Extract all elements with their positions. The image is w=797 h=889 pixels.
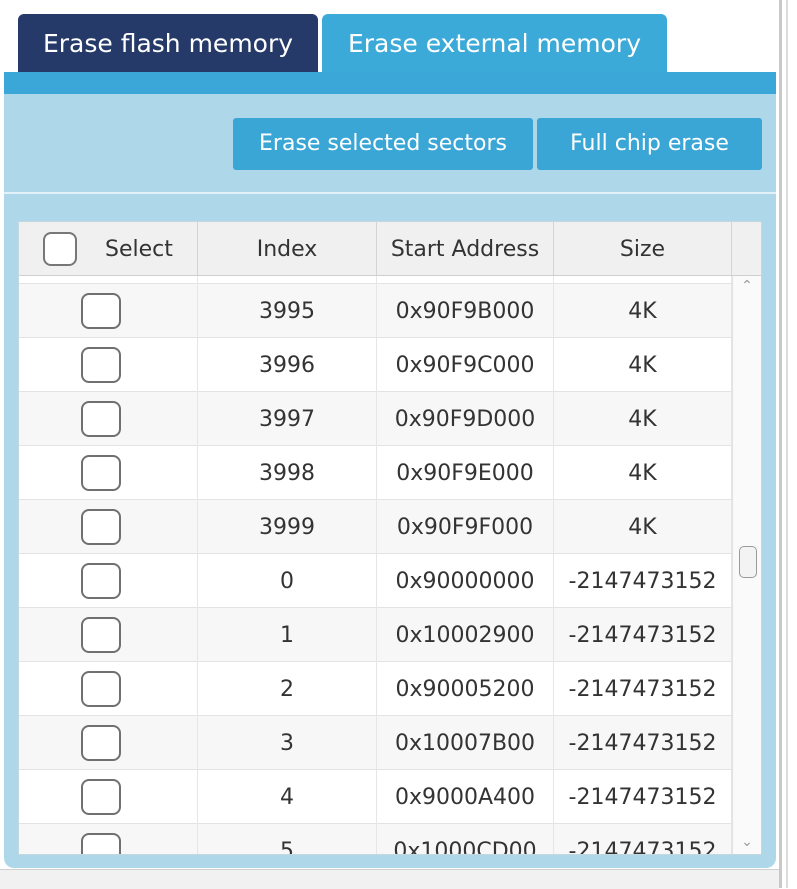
table-body: 3995 0x90F9B000 4K 3996 0x90F9C000 4K 3997 0x90… [19, 276, 732, 854]
row-size: 4K [554, 284, 732, 338]
row-start-address: 0x90000000 [377, 554, 554, 608]
erase-external-panel: Erase selected sectors Full chip erase S… [4, 94, 776, 868]
row-select-cell [19, 338, 198, 392]
full-chip-erase-button[interactable]: Full chip erase [537, 118, 762, 170]
column-header-corner [732, 222, 761, 276]
column-header-index[interactable]: Index [198, 222, 377, 276]
table-row[interactable]: 3998 0x90F9E000 4K [19, 446, 732, 500]
row-index: 3998 [198, 446, 377, 500]
table-row[interactable]: 1 0x10002900 -2147473152 [19, 608, 732, 662]
row-size: 4K [554, 338, 732, 392]
row-start-address: 0x90F9F000 [377, 500, 554, 554]
row-index: 3999 [198, 500, 377, 554]
row-index: 3 [198, 716, 377, 770]
status-strip [0, 869, 779, 889]
row-index: 3996 [198, 338, 377, 392]
column-header-select-label: Select [105, 237, 173, 262]
row-index: 5 [198, 824, 377, 854]
scroll-down-arrow-icon[interactable]: ⌄ [733, 832, 761, 852]
scrollbar-thumb[interactable] [739, 546, 757, 578]
row-checkbox[interactable] [81, 347, 121, 383]
row-size: -2147473152 [554, 662, 732, 716]
row-select-cell [19, 276, 198, 284]
table-row[interactable]: 3 0x10007B00 -2147473152 [19, 716, 732, 770]
row-start-address: 0x90F9B000 [377, 284, 554, 338]
row-checkbox[interactable] [81, 455, 121, 491]
row-select-cell [19, 554, 198, 608]
window-border-outer [786, 0, 788, 888]
column-header-size[interactable]: Size [554, 222, 732, 276]
row-index: 1 [198, 608, 377, 662]
row-start-address: 0x90F9C000 [377, 338, 554, 392]
tab-erase-external-memory[interactable]: Erase external memory [322, 14, 667, 72]
row-select-cell [19, 662, 198, 716]
row-size: -2147473152 [554, 770, 732, 824]
row-checkbox[interactable] [81, 725, 121, 761]
table-row[interactable]: 4 0x9000A400 -2147473152 [19, 770, 732, 824]
select-all-checkbox[interactable] [43, 232, 77, 266]
row-checkbox[interactable] [81, 779, 121, 815]
tab-erase-flash-memory[interactable]: Erase flash memory [18, 14, 318, 72]
scroll-up-arrow-icon[interactable]: ⌃ [733, 276, 761, 296]
column-header-select[interactable]: Select [19, 222, 198, 276]
row-size: 4K [554, 446, 732, 500]
row-start-address [377, 276, 554, 284]
tab-strip [4, 72, 776, 94]
vertical-scrollbar[interactable]: ⌃ ⌄ [732, 276, 761, 854]
row-index: 0 [198, 554, 377, 608]
table-row[interactable]: 0 0x90000000 -2147473152 [19, 554, 732, 608]
row-start-address: 0x10002900 [377, 608, 554, 662]
row-start-address: 0x1000CD00 [377, 824, 554, 854]
row-start-address: 0x10007B00 [377, 716, 554, 770]
row-checkbox[interactable] [81, 509, 121, 545]
table-row[interactable] [19, 276, 732, 284]
row-select-cell [19, 284, 198, 338]
table-row[interactable]: 3999 0x90F9F000 4K [19, 500, 732, 554]
row-checkbox[interactable] [81, 293, 121, 329]
row-index: 4 [198, 770, 377, 824]
row-select-cell [19, 500, 198, 554]
window-border [779, 0, 782, 888]
row-index: 3995 [198, 284, 377, 338]
row-select-cell [19, 716, 198, 770]
table-row[interactable]: 3995 0x90F9B000 4K [19, 284, 732, 338]
row-start-address: 0x9000A400 [377, 770, 554, 824]
row-size: -2147473152 [554, 824, 732, 854]
row-select-cell [19, 824, 198, 854]
row-select-cell [19, 446, 198, 500]
row-size: -2147473152 [554, 554, 732, 608]
row-checkbox[interactable] [81, 401, 121, 437]
row-checkbox[interactable] [81, 617, 121, 653]
table-row[interactable]: 3996 0x90F9C000 4K [19, 338, 732, 392]
row-index: 2 [198, 662, 377, 716]
table-row[interactable]: 5 0x1000CD00 -2147473152 [19, 824, 732, 854]
row-index [198, 276, 377, 284]
row-start-address: 0x90F9D000 [377, 392, 554, 446]
erase-selected-sectors-button[interactable]: Erase selected sectors [233, 118, 533, 170]
panel-divider [4, 192, 776, 194]
row-size [554, 276, 732, 284]
row-select-cell [19, 392, 198, 446]
column-header-start-address[interactable]: Start Address [377, 222, 554, 276]
row-select-cell [19, 770, 198, 824]
row-start-address: 0x90F9E000 [377, 446, 554, 500]
row-checkbox[interactable] [81, 833, 121, 854]
row-checkbox[interactable] [81, 563, 121, 599]
table-row[interactable]: 3997 0x90F9D000 4K [19, 392, 732, 446]
table-row[interactable]: 2 0x90005200 -2147473152 [19, 662, 732, 716]
sectors-table: Select Index Start Address Size 3995 0x90… [18, 221, 762, 855]
row-size: 4K [554, 500, 732, 554]
row-checkbox[interactable] [81, 671, 121, 707]
row-select-cell [19, 608, 198, 662]
row-size: 4K [554, 392, 732, 446]
row-size: -2147473152 [554, 716, 732, 770]
row-start-address: 0x90005200 [377, 662, 554, 716]
row-index: 3997 [198, 392, 377, 446]
row-size: -2147473152 [554, 608, 732, 662]
